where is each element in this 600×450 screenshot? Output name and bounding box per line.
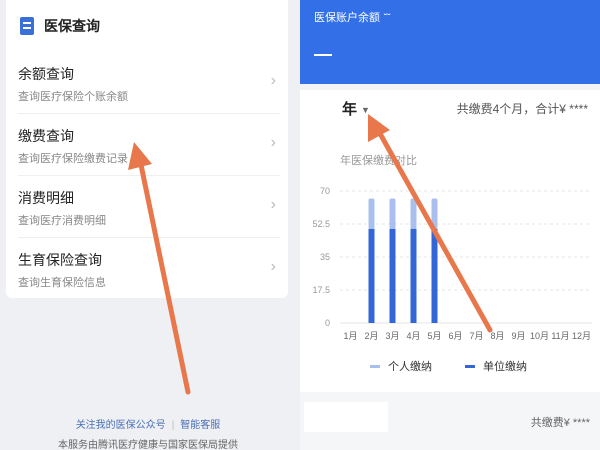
bar-personal [431, 198, 438, 229]
bar-employer [368, 228, 375, 323]
footer-separator: | [171, 420, 175, 431]
menu-item-payment-query[interactable]: 缴费查询 查询医疗保险缴费记录 › [18, 114, 280, 176]
y-tick-label: 0 [325, 318, 330, 328]
document-icon [20, 17, 34, 35]
x-tick-label: 1月 [343, 331, 357, 341]
chevron-right-icon: › [270, 134, 276, 151]
bar-employer [431, 228, 438, 323]
bar-employer [389, 228, 396, 323]
legend-swatch-personal [370, 364, 380, 368]
menu-item-title: 消费明细 [18, 190, 74, 206]
right-panel: 医保账户余额 ˘˘ 年 ▼ 共缴费4个月，合计¥ **** 年医保缴费对比 70 52… [300, 0, 600, 450]
insurance-query-card: 医保查询 余额查询 查询医疗保险个账余额 › 缴费查询 查询医疗保险缴费记录 ›… [6, 0, 288, 298]
menu-item-title: 缴费查询 [18, 128, 74, 144]
x-tick-label: 10月 [530, 331, 549, 341]
chevron-right-icon: › [270, 196, 276, 213]
y-tick-label: 52.5 [312, 219, 330, 229]
x-tick-label: 2月 [364, 331, 378, 341]
bottom-summary-text: 共缴费¥ **** [530, 417, 590, 429]
x-tick-label: 5月 [427, 331, 441, 341]
x-tick-label: 11月 [551, 331, 569, 341]
legend-item-personal: 个人缴纳 [370, 358, 432, 374]
bar-personal [389, 198, 396, 229]
caret-down-icon: ▼ [361, 105, 370, 116]
payment-summary: 共缴费4个月，合计¥ **** [456, 102, 588, 116]
chart-title: 年医保缴费对比 [340, 155, 417, 167]
menu-item-subtitle: 查询医疗消费明细 [18, 215, 106, 227]
legend-swatch-employer [465, 364, 475, 368]
menu-item-subtitle: 查询医疗保险缴费记录 [18, 153, 128, 165]
left-panel: 医保查询 余额查询 查询医疗保险个账余额 › 缴费查询 查询医疗保险缴费记录 ›… [0, 0, 296, 450]
x-tick-label: 12月 [572, 331, 591, 341]
smart-service-link[interactable]: 智能客服 [180, 420, 220, 431]
x-tick-label: 7月 [469, 331, 483, 341]
menu-item-balance-query[interactable]: 余额查询 查询医疗保险个账余额 › [18, 52, 280, 114]
bottom-placeholder-box [304, 402, 388, 432]
footer-note: 本服务由腾讯医疗健康与国家医保局提供 [58, 440, 238, 450]
bar-personal [368, 198, 375, 229]
menu-item-title: 生育保险查询 [18, 252, 102, 268]
balance-header: 医保账户余额 ˘˘ [300, 0, 600, 84]
chevron-right-icon: › [270, 72, 276, 89]
x-tick-label: 8月 [490, 331, 504, 341]
year-label: 年 [342, 101, 358, 118]
x-tick-label: 6月 [448, 331, 462, 341]
footer-links: 关注我的医保公众号 | 智能客服 [0, 416, 296, 431]
card-header: 医保查询 [20, 16, 100, 36]
y-tick-label: 70 [320, 186, 330, 196]
x-tick-label: 9月 [511, 331, 525, 341]
chevron-right-icon: › [270, 258, 276, 275]
payment-bar-chart: 70 52.5 35 17.5 0 1月 2月 3月 4月 5月 6月 7月 8月 9月 10月 11月 12月 [312, 186, 592, 341]
x-tick-label: 4月 [406, 331, 420, 341]
bar-employer [410, 228, 417, 323]
bar-personal [410, 198, 417, 229]
x-tick-label: 3月 [385, 331, 399, 341]
divider [300, 84, 600, 90]
eye-closed-icon[interactable]: ˘˘ [384, 13, 391, 24]
card-title: 医保查询 [44, 18, 100, 34]
legend-label-personal: 个人缴纳 [388, 361, 432, 373]
menu-item-title: 余额查询 [18, 66, 74, 82]
header-title-text: 医保账户余额 [314, 12, 380, 24]
menu-item-subtitle: 查询医疗保险个账余额 [18, 91, 128, 103]
menu-item-consumption-detail[interactable]: 消费明细 查询医疗消费明细 › [18, 176, 280, 238]
bottom-summary-bar: 共缴费¥ **** [300, 392, 600, 450]
legend-label-employer: 单位缴纳 [483, 361, 527, 373]
y-tick-label: 17.5 [312, 285, 330, 295]
year-selector[interactable]: 年 ▼ [342, 98, 370, 119]
menu-item-maternity-query[interactable]: 生育保险查询 查询生育保险信息 › [18, 238, 280, 300]
y-tick-label: 35 [320, 252, 330, 262]
menu-item-subtitle: 查询生育保险信息 [18, 277, 106, 289]
follow-account-link[interactable]: 关注我的医保公众号 [76, 420, 166, 431]
balance-hidden-dash [314, 54, 332, 56]
header-title: 医保账户余额 ˘˘ [314, 9, 391, 25]
legend-item-employer: 单位缴纳 [465, 358, 527, 374]
